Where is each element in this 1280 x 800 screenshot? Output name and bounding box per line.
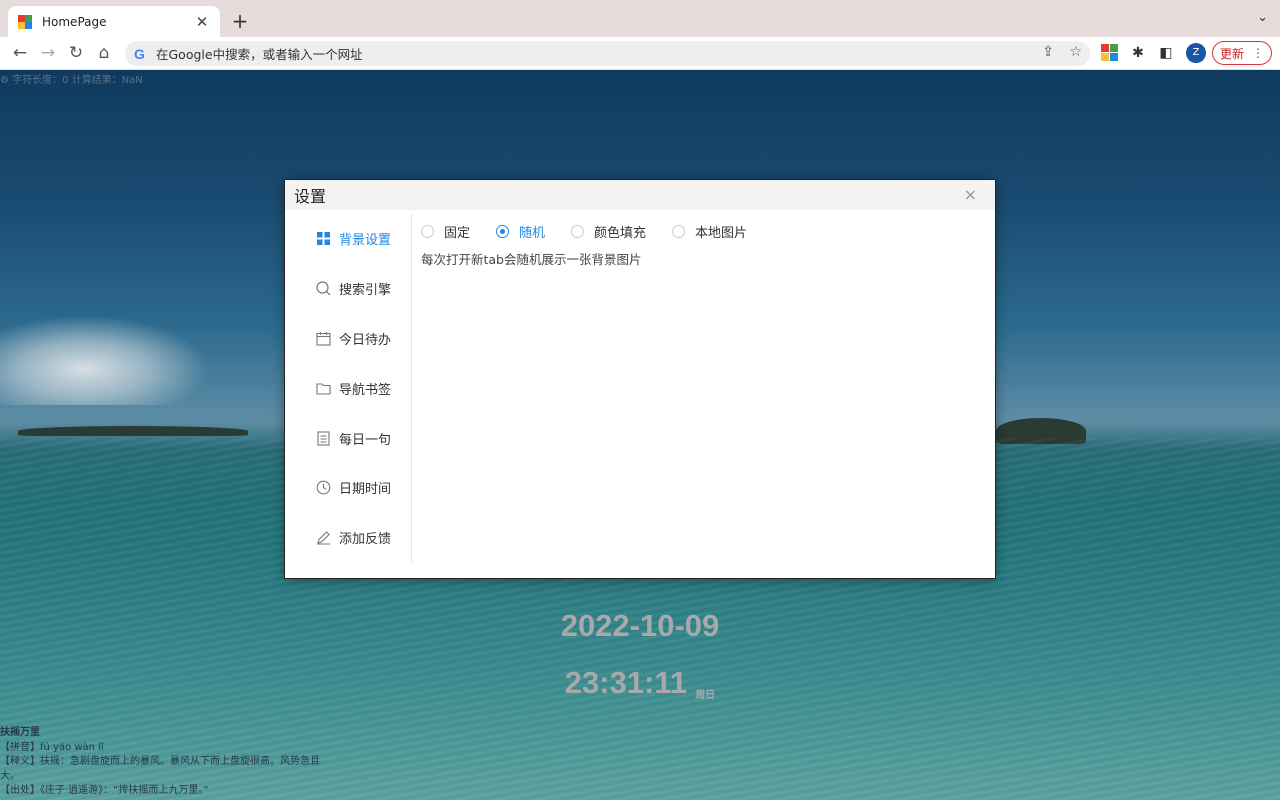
update-button[interactable]: 更新 ⋮ (1212, 41, 1272, 65)
google-g-icon: G (134, 45, 145, 62)
radio-label: 本地图片 (695, 225, 748, 241)
counter-text: 字符长度：0 计算结果：NaN (12, 75, 143, 86)
settings-nav: 背景设置 搜索引擎 今日待办 导航书签 每日一句 日期时间 添加反馈 (285, 214, 412, 563)
nav-item-label: 背景设置 (339, 233, 392, 249)
address-bar-placeholder: 在Google中搜索，或者输入一个网址 (156, 47, 363, 62)
calculator-status: ⚙ 字符长度：0 计算结果：NaN (0, 71, 143, 86)
update-label: 更新 (1219, 46, 1244, 61)
time-value: 23:31:11 (564, 665, 688, 700)
side-panel-icon[interactable]: ◧ (1157, 44, 1175, 62)
tab-search-chevron-icon[interactable]: ⌄ (1257, 10, 1268, 25)
edit-icon (315, 530, 331, 546)
settings-dialog: 设置 × 背景设置 搜索引擎 今日待办 导航书签 每日一句 日期时间 添加反馈 … (284, 179, 996, 579)
homepage-favicon-icon (18, 14, 32, 29)
home-icon[interactable]: ⌂ (92, 41, 116, 65)
radio-label: 颜色填充 (594, 225, 647, 241)
new-tab-button[interactable]: + (231, 8, 249, 34)
tab-title: HomePage (42, 14, 107, 29)
weekday: 周日 (695, 690, 716, 701)
radio-circle[interactable] (421, 224, 434, 238)
radio-random[interactable]: 随机 (496, 222, 545, 241)
folder-icon (315, 380, 331, 396)
radio-label: 固定 (444, 225, 471, 241)
browser-tab[interactable]: HomePage ✕ (8, 6, 220, 37)
nav-item-label: 每日一句 (339, 432, 392, 448)
radio-label: 随机 (519, 225, 546, 241)
time-display: 23:31:11 周日 (0, 665, 1280, 701)
address-bar[interactable]: G 在Google中搜索，或者输入一个网址 ⇪ ☆ (125, 41, 1090, 66)
search-icon (315, 281, 331, 297)
quote-source: 【出处】《庄子·逍遥游》：“抟扶摇而上九万里。” (0, 785, 209, 796)
tab-close-icon[interactable]: ✕ (194, 13, 210, 31)
dialog-header: 设置 × (285, 180, 995, 210)
nav-item-label: 日期时间 (339, 482, 392, 498)
quote-meaning: 【释义】扶摇：急剧盘旋而上的暴风。暴风从下而上盘旋很高。风势急且大。 (0, 756, 320, 782)
calendar-icon (315, 330, 331, 346)
clock-icon (315, 480, 331, 496)
radio-color-fill[interactable]: 颜色填充 (571, 222, 646, 241)
tab-strip: HomePage ✕ + ⌄ (0, 0, 1280, 37)
nav-item-bookmarks[interactable]: 导航书签 (285, 363, 411, 413)
dialog-title: 设置 (294, 187, 327, 206)
nav-item-datetime[interactable]: 日期时间 (285, 463, 411, 513)
homepage-extension-icon[interactable] (1101, 44, 1119, 62)
background-mode-hint: 每次打开新tab会随机展示一张背景图片 (421, 252, 642, 267)
forward-icon[interactable]: → (36, 41, 60, 65)
background-mode-group: 固定 随机 颜色填充 本地图片 (421, 222, 773, 241)
nav-item-label: 搜索引擎 (339, 283, 392, 299)
nav-item-daily-quote[interactable]: 每日一句 (285, 413, 411, 463)
back-icon[interactable]: ← (8, 41, 32, 65)
background-settings-panel: 固定 随机 颜色填充 本地图片 每次打开新tab会随机展示一张背景图片 (421, 222, 773, 268)
radio-local-image[interactable]: 本地图片 (672, 222, 747, 241)
radio-circle[interactable] (672, 224, 686, 238)
document-icon (315, 430, 331, 446)
close-icon[interactable]: × (964, 185, 977, 204)
quote-pinyin: 【拼音】fú yáo wàn lǐ (0, 741, 104, 753)
nav-item-label: 添加反馈 (339, 532, 392, 548)
share-icon[interactable]: ⇪ (1042, 44, 1054, 60)
nav-item-feedback[interactable]: 添加反馈 (285, 513, 411, 563)
nav-item-label: 导航书签 (339, 382, 392, 398)
browser-toolbar: ← → ↻ ⌂ G 在Google中搜索，或者输入一个网址 ⇪ ☆ ✱ ◧ (0, 37, 1280, 70)
background-island-left (18, 426, 248, 436)
radio-circle[interactable] (496, 224, 510, 238)
bookmark-star-icon[interactable]: ☆ (1069, 44, 1082, 60)
quote-title: 扶摇万里 (0, 727, 40, 738)
nav-item-background[interactable]: 背景设置 (285, 214, 411, 264)
nav-item-label: 今日待办 (339, 332, 392, 348)
radio-fixed[interactable]: 固定 (421, 222, 470, 241)
grid-icon (315, 231, 331, 247)
more-vertical-icon: ⋮ (1252, 46, 1264, 60)
background-cloud (0, 315, 210, 405)
settings-gear-icon[interactable]: ⚙ (0, 75, 9, 86)
nav-item-search-engine[interactable]: 搜索引擎 (285, 264, 411, 314)
nav-item-todo[interactable]: 今日待办 (285, 314, 411, 364)
extensions-puzzle-icon[interactable]: ✱ (1129, 44, 1147, 62)
profile-avatar[interactable]: Z (1186, 43, 1206, 63)
reload-icon[interactable]: ↻ (64, 41, 88, 65)
daily-quote: 扶摇万里 【拼音】fú yáo wàn lǐ 【释义】扶摇：急剧盘旋而上的暴风。… (0, 726, 320, 799)
date-display: 2022-10-09 (560, 608, 720, 643)
radio-circle[interactable] (571, 224, 585, 238)
